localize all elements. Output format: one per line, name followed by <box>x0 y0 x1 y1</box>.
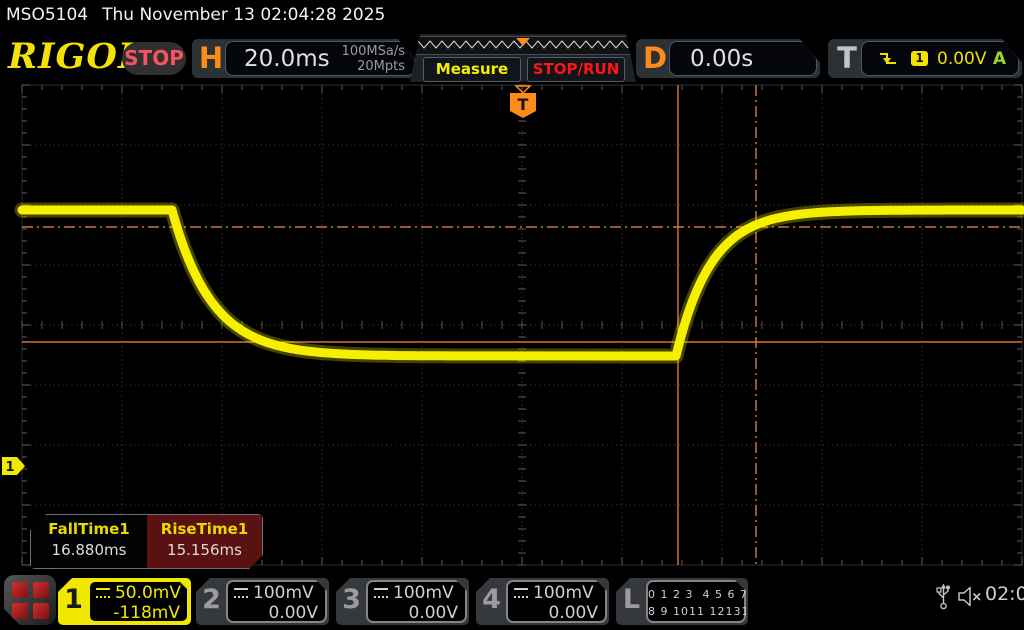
measurement-name: FallTime1 <box>31 520 147 538</box>
svg-text:1: 1 <box>5 460 14 475</box>
trigger-mode: A <box>993 49 1006 69</box>
channel-3-panel[interactable]: 3 100mV 0.00V <box>336 578 469 625</box>
trigger-position-pointer <box>516 86 530 93</box>
channel-bar: 1 50.0mV -118mV 2 100mV 0.00V 3 100mV 0.… <box>0 570 1024 630</box>
trigger-display[interactable]: 1 0.00V A <box>861 41 1019 76</box>
measurement-falltime[interactable]: FallTime1 16.880ms <box>31 515 147 568</box>
measurement-risetime-selected[interactable]: RiseTime1 15.156ms <box>147 515 262 568</box>
horizontal-panel[interactable]: H 20.0ms 100MSa/s 20Mpts <box>192 39 418 78</box>
channel-number: 1 <box>60 584 87 615</box>
logic-label: L <box>618 584 645 615</box>
channel-offset: -118mV <box>90 603 187 623</box>
datetime: Thu November 13 02:04:28 2025 <box>102 5 385 25</box>
channel-2-panel[interactable]: 2 100mV 0.00V <box>196 578 329 625</box>
channel-number: 4 <box>478 584 505 615</box>
trigger-source-badge: 1 <box>911 51 928 66</box>
channel-scale: 100mV <box>393 583 454 603</box>
measurement-name: RiseTime1 <box>147 520 262 538</box>
trigger-panel[interactable]: T 1 0.00V A <box>828 39 1022 78</box>
logic-row-1: 0 1 2 3 4 5 6 7 <box>648 586 744 603</box>
channel-offset: 0.00V <box>368 603 465 623</box>
dc-coupling-icon <box>374 588 388 598</box>
delay-value: 0.00s <box>690 42 753 76</box>
clock: 02:04 <box>985 583 1024 605</box>
channel-offset: 0.00V <box>228 603 325 623</box>
channel-number: 2 <box>198 584 225 615</box>
acquisition-info: 100MSa/s 20Mpts <box>342 44 405 74</box>
channel-number: 3 <box>338 584 365 615</box>
toolbar: RIGOL STOP H 20.0ms 100MSa/s 20Mpts Meas… <box>0 32 1024 82</box>
menu-button[interactable] <box>4 575 56 625</box>
channel-display: 100mV 0.00V <box>366 580 467 623</box>
nav-group: Measure STOP/RUN <box>410 34 636 82</box>
channel-display: 100mV 0.00V <box>506 580 607 623</box>
logic-display: 0 1 2 3 4 5 6 7 8 9 1011 12131415 <box>646 580 746 623</box>
measurement-results-panel: FallTime1 16.880ms RiseTime1 15.156ms <box>30 514 263 569</box>
memory-depth: 20Mpts <box>342 59 405 74</box>
memory-trigger-position-icon <box>516 38 530 46</box>
horizontal-label: H <box>198 39 224 78</box>
measurement-value: 15.156ms <box>147 541 262 559</box>
delay-display[interactable]: 0.00s <box>669 41 817 76</box>
sample-rate: 100MSa/s <box>342 44 405 59</box>
delay-label: D <box>642 39 668 78</box>
svg-text:T: T <box>518 95 529 114</box>
channel-display: 100mV 0.00V <box>226 580 327 623</box>
channel-scale: 50.0mV <box>115 583 181 603</box>
model-name: MSO5104 <box>6 5 88 25</box>
measurement-value: 16.880ms <box>31 541 147 559</box>
usb-icon <box>936 583 951 614</box>
dc-coupling-icon <box>234 588 248 598</box>
channel-display: 50.0mV -118mV <box>88 580 189 623</box>
status-bar: MSO5104 Thu November 13 02:04:28 2025 <box>0 0 1024 32</box>
grid-icon <box>12 582 49 619</box>
channel-1-panel[interactable]: 1 50.0mV -118mV <box>58 578 191 625</box>
sound-muted-icon <box>957 586 983 611</box>
falling-edge-icon <box>878 50 898 67</box>
memory-waveform-icon <box>414 37 632 52</box>
dc-coupling-icon <box>514 588 528 598</box>
trigger-level-value: 0.00V <box>937 49 986 69</box>
dc-coupling-icon <box>96 588 110 598</box>
delay-panel[interactable]: D 0.00s <box>636 39 820 78</box>
logic-row-2: 8 9 1011 12131415 <box>648 603 744 620</box>
channel-4-panel[interactable]: 4 100mV 0.00V <box>476 578 609 625</box>
channel-scale: 100mV <box>533 583 594 603</box>
timebase-value: 20.0ms <box>244 42 330 76</box>
run-state-indicator[interactable]: STOP <box>122 42 186 75</box>
trigger-label: T <box>834 39 860 78</box>
channel-offset: 0.00V <box>508 603 605 623</box>
logic-channels-panel[interactable]: L 0 1 2 3 4 5 6 7 8 9 1011 12131415 <box>616 578 748 625</box>
model-and-datetime: MSO5104 Thu November 13 02:04:28 2025 <box>6 5 399 25</box>
stop-run-button[interactable]: STOP/RUN <box>527 57 625 82</box>
waveform-canvas[interactable]: T1 <box>0 82 1024 570</box>
channel-scale: 100mV <box>253 583 314 603</box>
memory-position-bar[interactable] <box>413 36 635 55</box>
measure-button[interactable]: Measure <box>423 57 521 82</box>
horizontal-display[interactable]: 20.0ms 100MSa/s 20Mpts <box>225 41 415 76</box>
scope-display[interactable]: T1 <box>0 82 1024 570</box>
